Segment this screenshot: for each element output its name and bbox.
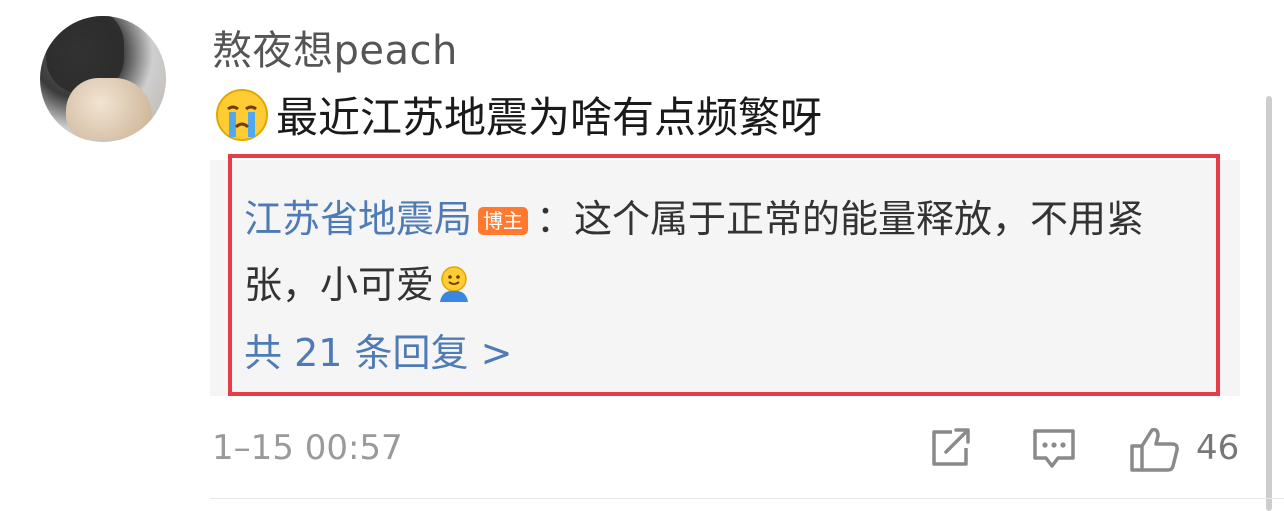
reply-separator: ： <box>536 197 575 241</box>
like-count: 46 <box>1196 428 1240 468</box>
crying-face-icon <box>214 87 270 143</box>
comment-body: 最近江苏地震为啥有点频繁呀 <box>214 84 822 145</box>
smiling-person-icon <box>434 258 474 302</box>
comment-text: 最近江苏地震为啥有点频繁呀 <box>276 93 823 142</box>
comment-timestamp: 1–15 00:57 <box>212 428 403 468</box>
reply-author[interactable]: 江苏省地震局 <box>244 197 472 241</box>
username[interactable]: 熬夜想peach <box>212 18 458 76</box>
more-replies-link[interactable]: 共 21 条回复 > <box>244 322 512 377</box>
divider <box>210 498 1284 499</box>
blogger-badge: 博主 <box>478 207 529 235</box>
avatar-dog <box>66 78 152 140</box>
thumbs-up-icon[interactable] <box>1128 426 1182 478</box>
avatar[interactable] <box>40 16 166 142</box>
reply-text: 江苏省地震局 博主 ：这个属于正常的能量释放，不用紧张，小可爱 <box>244 186 1204 318</box>
scrollbar[interactable] <box>1266 96 1272 511</box>
comment-icon[interactable] <box>1030 426 1078 474</box>
share-icon[interactable] <box>928 426 976 474</box>
